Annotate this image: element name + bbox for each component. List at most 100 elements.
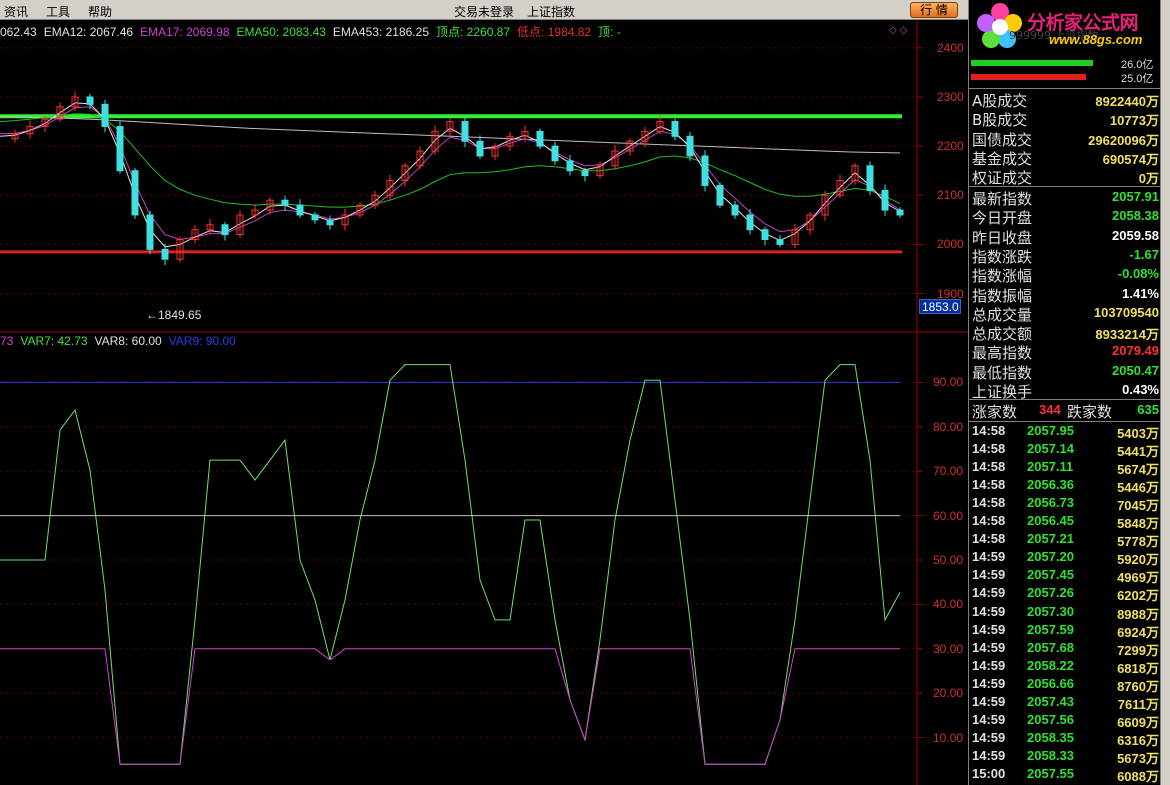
tick-volume: 7611万 — [1117, 696, 1159, 712]
tick-volume: 5848万 — [1117, 516, 1159, 532]
osc-tick-30.00: 30.00 — [933, 641, 964, 656]
tick-price: 2056.73 — [1027, 495, 1074, 511]
candle-body — [776, 239, 784, 245]
osc-tick-10.00: 10.00 — [933, 730, 964, 745]
stat-row-index-stats-9: 最低指数 2050.47 — [969, 362, 1161, 382]
tick-row: 14:59 2058.33 5673万 — [969, 748, 1161, 766]
tick-row: 14:59 2057.59 6924万 — [969, 622, 1161, 640]
tick-volume: 5403万 — [1117, 426, 1159, 441]
tick-price: 2057.55 — [1027, 765, 1074, 781]
tick-row: 14:59 2058.35 6316万 — [969, 730, 1161, 748]
tick-price: 2057.95 — [1027, 423, 1074, 438]
stat-row-index-stats-7: 总成交额 8933214万 — [969, 323, 1161, 344]
candle-body — [131, 170, 139, 216]
stat-value: 2059.58 — [1112, 227, 1159, 243]
var7-line — [0, 364, 901, 765]
down-count: 635 — [1137, 402, 1159, 417]
tick-volume: 8760万 — [1117, 678, 1159, 694]
tick-price: 2057.59 — [1027, 621, 1074, 637]
tick-volume: 6202万 — [1117, 588, 1159, 604]
volume-bar-label-1: 25.0亿 — [1121, 73, 1154, 85]
stat-row-index-stats-2: 昨日收盘 2059.58 — [969, 227, 1161, 247]
stat-value: 1.41% — [1122, 285, 1159, 301]
menu-item-info[interactable]: 资讯 — [4, 3, 28, 20]
tick-time: 14:59 — [972, 729, 1006, 745]
tick-volume: 5778万 — [1117, 534, 1159, 550]
tick-volume: 6609万 — [1117, 714, 1159, 730]
stat-value: 2050.47 — [1112, 362, 1159, 378]
stat-row-index-stats-3: 指数涨跌 -1.67 — [969, 246, 1161, 266]
tick-price: 2058.35 — [1027, 729, 1074, 745]
current-price-box: 1853.0 — [919, 299, 961, 314]
tick-row: 14:59 2058.22 6818万 — [969, 658, 1161, 676]
candle-body — [881, 189, 889, 211]
tick-time: 14:59 — [972, 603, 1006, 619]
stat-value: -0.08% — [1117, 266, 1159, 282]
tick-row: 14:58 2057.11 5674万 — [969, 459, 1161, 477]
candle-body — [536, 130, 544, 147]
tick-row: 14:59 2057.43 7611万 — [969, 694, 1161, 712]
tick-time: 14:59 — [972, 693, 1006, 709]
tick-time: 14:59 — [972, 567, 1006, 583]
tick-time: 14:59 — [972, 675, 1006, 691]
diamond-icon: ◇ ◇ — [889, 25, 908, 36]
tick-volume: 7045万 — [1117, 498, 1159, 514]
candle-body — [896, 209, 904, 216]
tick-row: 14:59 2057.26 6202万 — [969, 585, 1161, 603]
volume-bar-1 — [971, 74, 1086, 80]
tick-volume: 6924万 — [1117, 624, 1159, 640]
tick-row: 15:00 2057.55 6088万 — [969, 766, 1161, 784]
stat-value: 0.43% — [1122, 382, 1159, 397]
tick-price: 2056.36 — [1027, 477, 1074, 493]
candle-body — [551, 145, 559, 162]
tick-time: 14:59 — [972, 639, 1006, 655]
tick-time: 14:59 — [972, 747, 1006, 763]
sub-indicator-3: VAR9: 90.00 — [168, 334, 236, 348]
tick-row: 14:58 2056.73 7045万 — [969, 495, 1161, 513]
tick-time: 15:00 — [972, 765, 1006, 781]
tick-price: 2057.45 — [1027, 567, 1074, 583]
tick-price: 2056.45 — [1027, 513, 1074, 529]
indicator-3: EMA50: 2083.43 — [236, 25, 326, 39]
candle-body — [866, 165, 874, 191]
stat-value: 10773万 — [1109, 113, 1159, 129]
tick-price: 2057.68 — [1027, 639, 1074, 655]
stat-row-index-stats-0: 最新指数 2057.91 — [969, 188, 1161, 208]
stat-row-index-stats-8: 最高指数 2079.49 — [969, 342, 1161, 363]
candle-body — [581, 170, 589, 177]
candle-body — [161, 248, 169, 260]
stat-key: 基金成交 — [972, 149, 1033, 168]
tick-row: 14:59 2057.45 4969万 — [969, 567, 1161, 585]
osc-tick-60.00: 60.00 — [933, 508, 964, 523]
login-status[interactable]: 交易未登录 — [454, 3, 514, 20]
menu-item-tools[interactable]: 工具 — [46, 3, 70, 20]
tick-price: 2056.66 — [1027, 675, 1074, 691]
tick-time: 14:58 — [972, 423, 1006, 438]
scrollbar[interactable] — [1160, 0, 1170, 785]
tick-time: 14:58 — [972, 513, 1006, 529]
stat-key: 总成交额 — [972, 325, 1033, 344]
menu-item-help[interactable]: 帮助 — [88, 3, 112, 20]
stat-key: 最高指数 — [972, 344, 1033, 363]
tick-price: 2057.11 — [1027, 459, 1074, 475]
stat-key: 最新指数 — [972, 190, 1033, 208]
volume-bar-0 — [971, 60, 1093, 66]
candle-body — [311, 214, 319, 221]
tick-row: 14:58 2056.45 5848万 — [969, 513, 1161, 531]
stat-value: 8922440万 — [1095, 94, 1159, 109]
stat-key: 指数涨跌 — [972, 247, 1033, 266]
indicator-5: 顶点: 2260.87 — [436, 25, 511, 39]
tick-price: 2057.26 — [1027, 585, 1074, 601]
osc-tick-80.00: 80.00 — [933, 419, 964, 434]
indicator-6: 低点: 1984.82 — [517, 25, 592, 39]
chart-area[interactable]: 062.43 EMA12: 2067.46 EMA17: 2069.98 EMA50:… — [0, 20, 968, 785]
stat-value: 2058.38 — [1112, 208, 1159, 224]
stat-key: 昨日收盘 — [972, 228, 1033, 247]
candle-body — [686, 135, 694, 157]
candle-body — [716, 184, 724, 206]
stat-value: 8933214万 — [1095, 327, 1159, 343]
indicator-4: EMA453: 2186.25 — [332, 25, 429, 39]
tick-time: 14:59 — [972, 549, 1006, 565]
quote-button[interactable]: 行 情 — [910, 2, 958, 18]
stat-row-market-stats-0: A股成交 8922440万 — [969, 90, 1161, 110]
